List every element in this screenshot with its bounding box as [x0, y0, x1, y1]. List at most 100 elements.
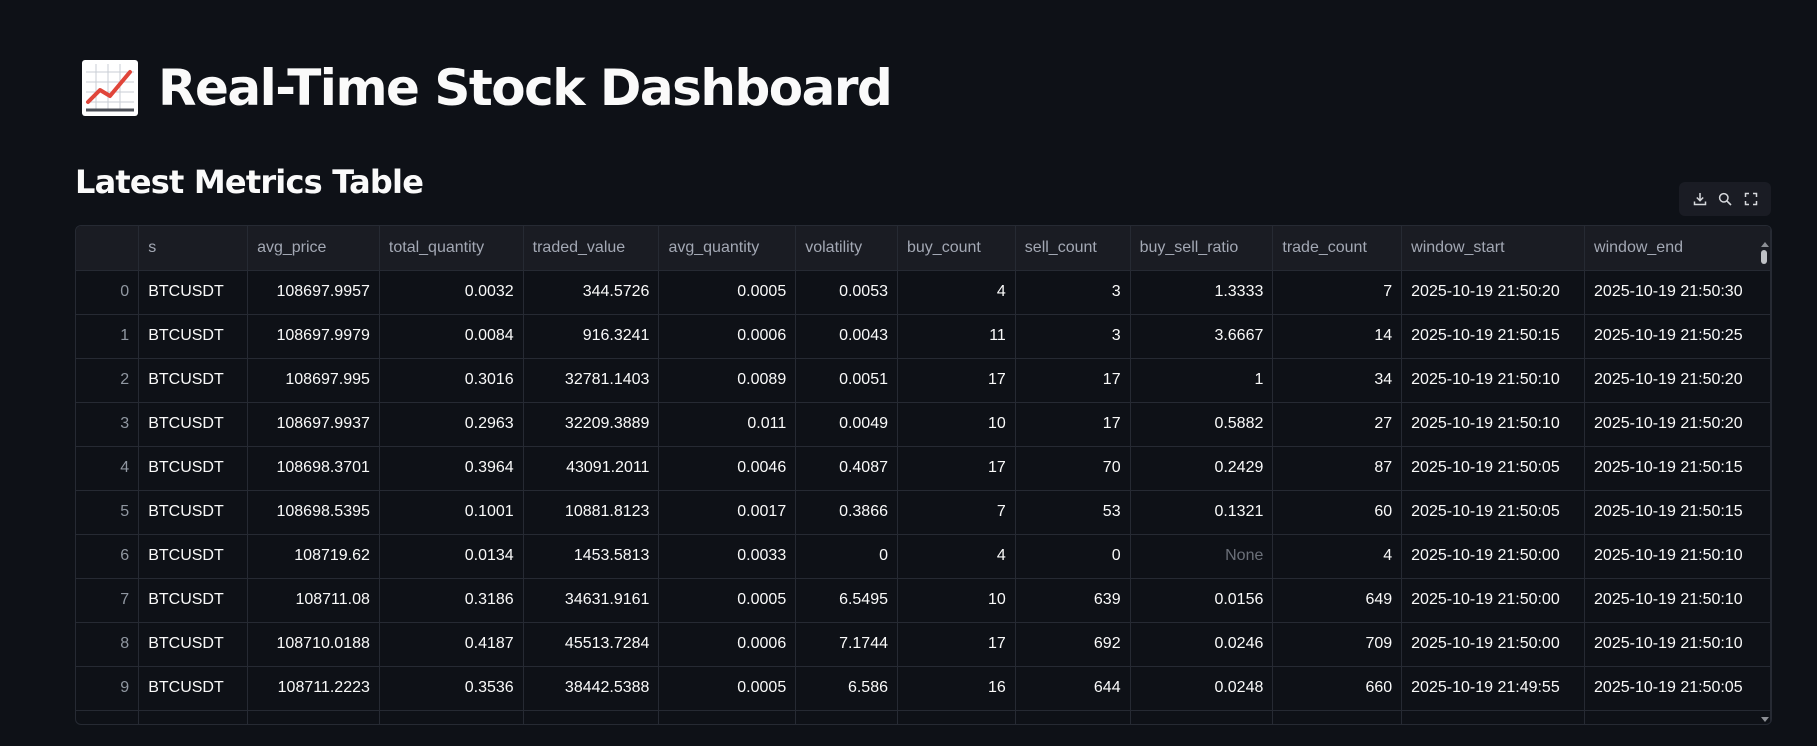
window-start-cell[interactable]: 2025-10-19 21:50:00 — [1401, 534, 1586, 579]
sell-count-cell[interactable]: 644 — [1015, 666, 1131, 711]
buy-count-cell[interactable]: 17 — [897, 358, 1016, 403]
symbol-cell[interactable]: BTCUSDT — [138, 534, 249, 579]
row-index[interactable]: 9 — [76, 666, 140, 711]
avg-quantity-cell[interactable]: 0.0006 — [658, 622, 797, 667]
column-header-traded-value[interactable]: traded_value — [523, 226, 660, 271]
total-quantity-cell[interactable]: 0.2963 — [379, 402, 524, 447]
buy-sell-ratio-cell[interactable]: 0.0246 — [1130, 622, 1274, 667]
avg-price-cell[interactable]: 108710.0188 — [247, 622, 380, 667]
traded-value-cell[interactable]: 32781.1403 — [523, 358, 660, 403]
column-header-trade-count[interactable]: trade_count — [1272, 226, 1403, 271]
trade-count-cell[interactable]: 27 — [1272, 402, 1403, 447]
trade-count-cell[interactable]: 34 — [1272, 358, 1403, 403]
table-row[interactable]: 5 BTCUSDT 108698.5395 0.1001 10881.8123 0.001… — [76, 490, 1771, 535]
traded-value-cell[interactable]: 43091.2011 — [523, 446, 660, 491]
column-header-sell-count[interactable]: sell_count — [1015, 226, 1131, 271]
buy-sell-ratio-cell[interactable]: 1 — [1130, 358, 1274, 403]
avg-quantity-cell[interactable]: 0.0046 — [658, 446, 797, 491]
table-row[interactable]: 3 BTCUSDT 108697.9937 0.2963 32209.3889 0.011… — [76, 402, 1771, 447]
table-row[interactable]: 9 BTCUSDT 108711.2223 0.3536 38442.5388 0.000… — [76, 666, 1771, 711]
trade-count-cell[interactable]: 709 — [1272, 622, 1403, 667]
window-end-cell[interactable]: 2025-10-19 21:50:05 — [1584, 666, 1771, 711]
column-header-buy-count[interactable]: buy_count — [897, 226, 1016, 271]
total-quantity-cell[interactable]: 0.0032 — [379, 270, 524, 315]
buy-sell-ratio-cell[interactable]: 1.3333 — [1130, 270, 1274, 315]
window-end-cell[interactable]: 2025-10-19 21:50:10 — [1584, 578, 1771, 623]
traded-value-cell[interactable]: 45513.7284 — [523, 622, 660, 667]
volatility-cell[interactable]: 0.0053 — [795, 270, 898, 315]
column-header-window-start[interactable]: window_start — [1401, 226, 1586, 271]
metrics-data-grid[interactable]: s avg_price total_quantity traded_value … — [75, 225, 1772, 725]
total-quantity-cell[interactable]: 0.3964 — [379, 446, 524, 491]
scroll-up-arrow-icon[interactable] — [1761, 242, 1769, 247]
total-quantity-cell[interactable]: 0.4187 — [379, 622, 524, 667]
traded-value-cell[interactable]: 10881.8123 — [523, 490, 660, 535]
table-row[interactable]: 7 BTCUSDT 108711.08 0.3186 34631.9161 0.0005 6… — [76, 578, 1771, 623]
row-index[interactable]: 7 — [76, 578, 140, 623]
window-start-cell[interactable]: 2025-10-19 21:49:55 — [1401, 666, 1586, 711]
symbol-cell[interactable]: BTCUSDT — [138, 666, 249, 711]
window-end-cell[interactable]: 2025-10-19 21:50:15 — [1584, 490, 1771, 535]
trade-count-cell[interactable]: 649 — [1272, 578, 1403, 623]
column-header-avg-price[interactable]: avg_price — [247, 226, 380, 271]
row-index[interactable]: 1 — [76, 314, 140, 359]
window-start-cell[interactable]: 2025-10-19 21:50:00 — [1401, 578, 1586, 623]
row-index[interactable]: 8 — [76, 622, 140, 667]
symbol-cell[interactable]: BTCUSDT — [138, 578, 249, 623]
symbol-cell[interactable]: BTCUSDT — [138, 270, 249, 315]
volatility-cell[interactable]: 6.5495 — [795, 578, 898, 623]
sell-count-cell[interactable]: 0 — [1015, 534, 1131, 579]
buy-count-cell[interactable]: 10 — [897, 402, 1016, 447]
symbol-cell[interactable]: BTCUSDT — [138, 490, 249, 535]
symbol-cell[interactable]: BTCUSDT — [138, 622, 249, 667]
trade-count-cell[interactable]: 14 — [1272, 314, 1403, 359]
sell-count-cell[interactable]: 17 — [1015, 402, 1131, 447]
buy-count-cell[interactable]: 10 — [897, 578, 1016, 623]
window-end-cell[interactable]: 2025-10-19 21:50:10 — [1584, 534, 1771, 579]
table-row[interactable]: 8 BTCUSDT 108710.0188 0.4187 45513.7284 0.000… — [76, 622, 1771, 667]
volatility-cell[interactable]: 0.0049 — [795, 402, 898, 447]
avg-quantity-cell[interactable]: 0.011 — [658, 402, 797, 447]
avg-price-cell[interactable]: 108697.9937 — [247, 402, 380, 447]
volatility-cell[interactable]: 6.586 — [795, 666, 898, 711]
buy-sell-ratio-cell[interactable]: 0.1321 — [1130, 490, 1274, 535]
window-start-cell[interactable]: 2025-10-19 21:50:05 — [1401, 446, 1586, 491]
table-row[interactable]: 0 BTCUSDT 108697.9957 0.0032 344.5726 0.0005 0… — [76, 270, 1771, 315]
avg-price-cell[interactable]: 108711.08 — [247, 578, 380, 623]
sell-count-cell[interactable]: 70 — [1015, 446, 1131, 491]
buy-count-cell[interactable]: 17 — [897, 622, 1016, 667]
sell-count-cell[interactable]: 639 — [1015, 578, 1131, 623]
avg-quantity-cell[interactable]: 0.0005 — [658, 666, 797, 711]
row-index[interactable]: 0 — [76, 270, 140, 315]
total-quantity-cell[interactable]: 0.0084 — [379, 314, 524, 359]
column-header-window-end[interactable]: window_end — [1584, 226, 1771, 271]
window-end-cell[interactable]: 2025-10-19 21:50:30 — [1584, 270, 1771, 315]
avg-quantity-cell[interactable]: 0.0005 — [658, 270, 797, 315]
total-quantity-cell[interactable]: 0.3186 — [379, 578, 524, 623]
window-start-cell[interactable]: 2025-10-19 21:50:05 — [1401, 490, 1586, 535]
buy-sell-ratio-cell[interactable]: 3.6667 — [1130, 314, 1274, 359]
symbol-cell[interactable]: BTCUSDT — [138, 358, 249, 403]
window-end-cell[interactable]: 2025-10-19 21:50:10 — [1584, 622, 1771, 667]
sell-count-cell[interactable]: 3 — [1015, 270, 1131, 315]
window-end-cell[interactable]: 2025-10-19 21:50:25 — [1584, 314, 1771, 359]
avg-price-cell[interactable]: 108698.5395 — [247, 490, 380, 535]
row-index[interactable]: 6 — [76, 534, 140, 579]
volatility-cell[interactable]: 0.0043 — [795, 314, 898, 359]
fullscreen-icon[interactable] — [1740, 188, 1762, 210]
avg-quantity-cell[interactable]: 0.0017 — [658, 490, 797, 535]
scroll-down-arrow-icon[interactable] — [1761, 717, 1769, 722]
avg-quantity-cell[interactable]: 0.0005 — [658, 578, 797, 623]
trade-count-cell[interactable]: 4 — [1272, 534, 1403, 579]
traded-value-cell[interactable]: 344.5726 — [523, 270, 660, 315]
traded-value-cell[interactable]: 38442.5388 — [523, 666, 660, 711]
total-quantity-cell[interactable]: 0.3536 — [379, 666, 524, 711]
buy-sell-ratio-cell[interactable]: 0.0248 — [1130, 666, 1274, 711]
window-start-cell[interactable]: 2025-10-19 21:50:15 — [1401, 314, 1586, 359]
buy-count-cell[interactable]: 11 — [897, 314, 1016, 359]
avg-quantity-cell[interactable]: 0.0033 — [658, 534, 797, 579]
buy-sell-ratio-cell[interactable]: 0.2429 — [1130, 446, 1274, 491]
column-header-index[interactable] — [76, 226, 140, 271]
trade-count-cell[interactable]: 660 — [1272, 666, 1403, 711]
buy-count-cell[interactable]: 4 — [897, 270, 1016, 315]
